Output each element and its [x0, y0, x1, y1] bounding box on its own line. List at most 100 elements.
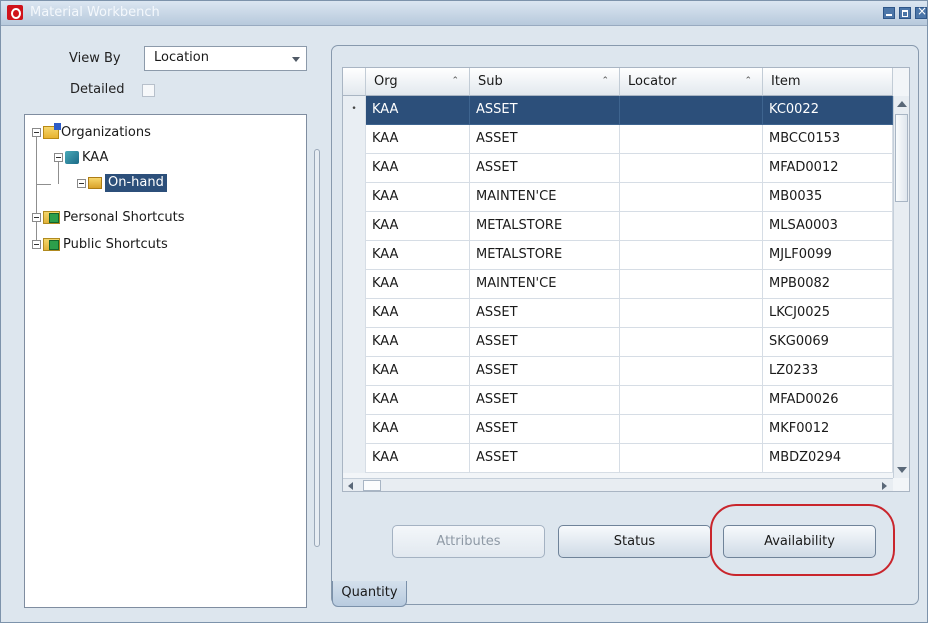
table-row[interactable]: KAA ASSET MBDZ0294	[343, 444, 893, 473]
table-cell[interactable]: KAA	[366, 415, 470, 444]
table-row[interactable]: KAA MAINTEN'CE MB0035	[343, 183, 893, 212]
table-cell[interactable]: ASSET	[470, 328, 620, 357]
minimize-icon[interactable]	[883, 7, 895, 19]
table-cell[interactable]: METALSTORE	[470, 241, 620, 270]
column-header-org[interactable]: Org ⌃	[366, 68, 470, 96]
table-cell[interactable]	[620, 96, 763, 125]
table-cell[interactable]: MFAD0026	[763, 386, 893, 415]
table-cell[interactable]: ASSET	[470, 415, 620, 444]
table-cell[interactable]: MBCC0153	[763, 125, 893, 154]
table-cell[interactable]: KAA	[366, 154, 470, 183]
table-cell[interactable]: SKG0069	[763, 328, 893, 357]
row-selector[interactable]	[343, 415, 366, 444]
table-cell[interactable]	[620, 154, 763, 183]
table-cell[interactable]: LZ0233	[763, 357, 893, 386]
table-row[interactable]: KAA ASSET LZ0233	[343, 357, 893, 386]
table-cell[interactable]: MLSA0003	[763, 212, 893, 241]
row-selector[interactable]	[343, 241, 366, 270]
tree-node-personal-shortcuts[interactable]: Personal Shortcuts	[32, 207, 185, 227]
row-selector[interactable]	[343, 328, 366, 357]
table-cell[interactable]: KAA	[366, 125, 470, 154]
table-cell[interactable]	[620, 241, 763, 270]
table-cell[interactable]: ASSET	[470, 299, 620, 328]
table-cell[interactable]: ASSET	[470, 357, 620, 386]
table-cell[interactable]: LKCJ0025	[763, 299, 893, 328]
table-cell[interactable]: KAA	[366, 96, 470, 125]
attributes-button[interactable]: Attributes	[392, 525, 545, 558]
table-cell[interactable]: KAA	[366, 386, 470, 415]
detailed-checkbox[interactable]	[142, 84, 155, 97]
expand-icon[interactable]	[32, 212, 41, 222]
title-bar[interactable]: Material Workbench	[1, 1, 927, 26]
tree-node-public-shortcuts[interactable]: Public Shortcuts	[32, 234, 168, 254]
table-cell[interactable]: KAA	[366, 241, 470, 270]
scroll-left-icon[interactable]	[348, 482, 353, 490]
table-cell[interactable]	[620, 125, 763, 154]
table-cell[interactable]: KAA	[366, 270, 470, 299]
table-cell[interactable]: MB0035	[763, 183, 893, 212]
table-row[interactable]: KAA METALSTORE MLSA0003	[343, 212, 893, 241]
view-by-select[interactable]: Location	[144, 46, 307, 71]
scroll-thumb[interactable]	[895, 114, 908, 202]
status-button[interactable]: Status	[558, 525, 711, 558]
row-selector[interactable]	[343, 444, 366, 473]
table-row[interactable]: KAA ASSET SKG0069	[343, 328, 893, 357]
table-cell[interactable]: MAINTEN'CE	[470, 183, 620, 212]
expand-icon[interactable]	[32, 239, 41, 249]
close-icon[interactable]	[915, 4, 927, 19]
table-cell[interactable]: MAINTEN'CE	[470, 270, 620, 299]
column-header-item[interactable]: Item	[763, 68, 893, 96]
table-row[interactable]: KAA ASSET MFAD0026	[343, 386, 893, 415]
table-row[interactable]: • KAA ASSET KC0022	[343, 96, 893, 125]
tab-quantity[interactable]: Quantity	[332, 581, 407, 607]
table-cell[interactable]	[620, 270, 763, 299]
table-row[interactable]: KAA ASSET MBCC0153	[343, 125, 893, 154]
tree-node-kaa[interactable]: KAA	[54, 147, 108, 167]
collapse-icon[interactable]	[54, 152, 63, 162]
table-cell[interactable]	[620, 386, 763, 415]
table-cell[interactable]	[620, 415, 763, 444]
table-cell[interactable]: ASSET	[470, 154, 620, 183]
table-row[interactable]: KAA METALSTORE MJLF0099	[343, 241, 893, 270]
pane-splitter[interactable]	[314, 149, 320, 547]
horizontal-scrollbar[interactable]	[343, 478, 893, 491]
table-cell[interactable]: MKF0012	[763, 415, 893, 444]
table-cell[interactable]: METALSTORE	[470, 212, 620, 241]
table-cell[interactable]: MJLF0099	[763, 241, 893, 270]
expand-icon[interactable]	[77, 178, 86, 188]
table-cell[interactable]: MFAD0012	[763, 154, 893, 183]
table-cell[interactable]	[620, 299, 763, 328]
row-selector[interactable]	[343, 386, 366, 415]
table-cell[interactable]: KAA	[366, 299, 470, 328]
table-cell[interactable]: KAA	[366, 444, 470, 473]
scroll-thumb[interactable]	[363, 480, 381, 491]
scroll-down-icon[interactable]	[897, 467, 907, 473]
table-row[interactable]: KAA MAINTEN'CE MPB0082	[343, 270, 893, 299]
table-row[interactable]: KAA ASSET MFAD0012	[343, 154, 893, 183]
row-selector[interactable]	[343, 212, 366, 241]
table-cell[interactable]	[620, 212, 763, 241]
maximize-icon[interactable]	[899, 7, 911, 19]
table-cell[interactable]: KAA	[366, 183, 470, 212]
row-selector[interactable]	[343, 299, 366, 328]
column-header-locator[interactable]: Locator ⌃	[620, 68, 763, 96]
row-selector[interactable]	[343, 183, 366, 212]
table-row[interactable]: KAA ASSET MKF0012	[343, 415, 893, 444]
vertical-scrollbar[interactable]	[893, 96, 909, 478]
table-cell[interactable]: ASSET	[470, 386, 620, 415]
table-cell[interactable]	[620, 444, 763, 473]
row-selector[interactable]	[343, 125, 366, 154]
table-cell[interactable]: ASSET	[470, 125, 620, 154]
tree-node-organizations[interactable]: Organizations	[32, 122, 151, 142]
table-cell[interactable]	[620, 357, 763, 386]
table-cell[interactable]: ASSET	[470, 444, 620, 473]
scroll-up-icon[interactable]	[897, 101, 907, 107]
row-selector[interactable]	[343, 154, 366, 183]
table-row[interactable]: KAA ASSET LKCJ0025	[343, 299, 893, 328]
collapse-icon[interactable]	[32, 127, 41, 137]
table-cell[interactable]: MPB0082	[763, 270, 893, 299]
row-selector[interactable]	[343, 270, 366, 299]
row-selector[interactable]	[343, 357, 366, 386]
table-cell[interactable]: KC0022	[763, 96, 893, 125]
scroll-right-icon[interactable]	[882, 482, 887, 490]
